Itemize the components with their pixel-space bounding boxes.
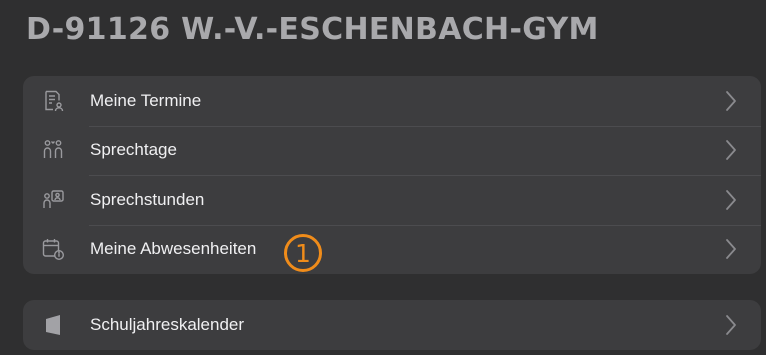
page-title: D-91126 W.-V.-ESCHENBACH-GYM xyxy=(26,12,599,47)
menu-item-meine-termine[interactable]: Meine Termine xyxy=(23,76,761,126)
chevron-right-icon xyxy=(726,189,736,210)
calendar-group: Schuljahreskalender xyxy=(23,300,761,350)
main-menu-group: Meine Termine Sprechtage Sprechstunden M… xyxy=(23,76,761,274)
office-hours-icon xyxy=(40,187,66,213)
menu-item-label: Sprechstunden xyxy=(90,189,205,209)
chevron-right-icon xyxy=(726,239,736,260)
menu-item-sprechstunden[interactable]: Sprechstunden xyxy=(23,175,761,225)
menu-item-label: Schuljahreskalender xyxy=(90,315,245,334)
menu-item-label: Meine Abwesenheiten xyxy=(90,239,257,259)
menu-item-label: Meine Termine xyxy=(90,90,202,110)
consultation-days-icon xyxy=(40,137,66,163)
chevron-right-icon xyxy=(726,90,736,111)
menu-item-meine-abwesenheiten[interactable]: Meine Abwesenheiten xyxy=(23,224,761,275)
menu-item-label: Sprechtage xyxy=(90,140,177,160)
step-marker: 1 xyxy=(284,234,322,272)
school-calendar-icon xyxy=(40,312,66,338)
chevron-right-icon xyxy=(726,140,736,161)
appointments-icon xyxy=(40,88,66,114)
chevron-right-icon xyxy=(726,315,736,335)
menu-item-schuljahreskalender[interactable]: Schuljahreskalender xyxy=(23,300,761,350)
menu-item-sprechtage[interactable]: Sprechtage xyxy=(23,125,761,176)
absence-calendar-icon xyxy=(40,236,66,262)
